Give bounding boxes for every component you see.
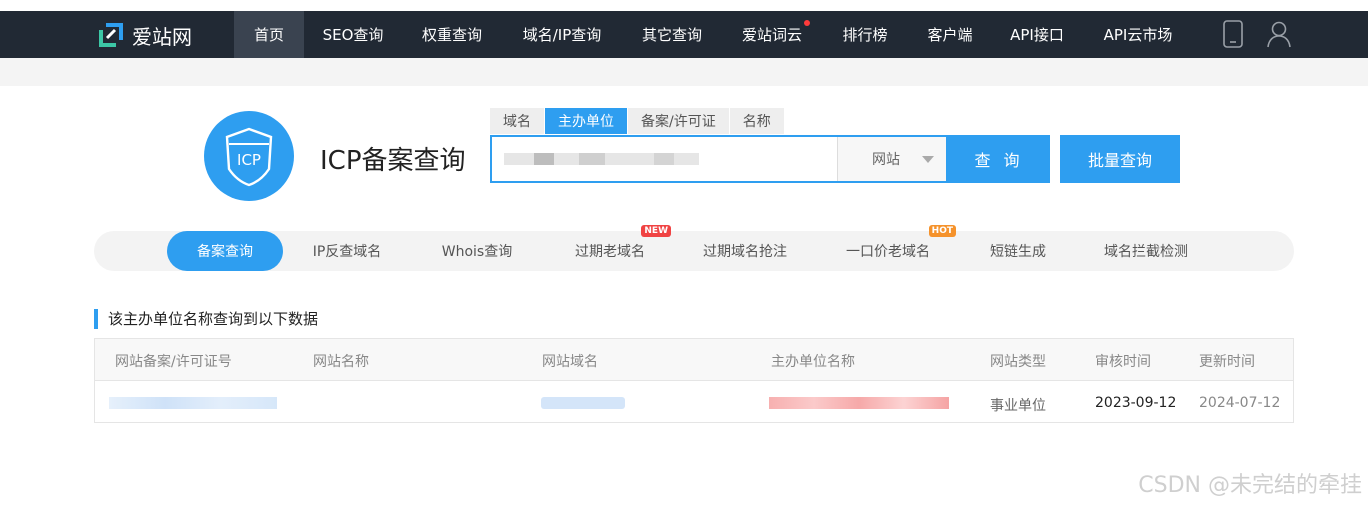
blurred-query-text	[504, 151, 699, 167]
column-header: 网站名称	[313, 354, 369, 370]
subnav-fixed-price[interactable]: 一口价老域名 HOT	[838, 225, 956, 271]
top-navbar: 爱站网 首页 SEO查询 权重查询 域名/IP查询 其它查询 爱站词云 排行榜 …	[0, 0, 1368, 58]
subnav-short-link[interactable]: 短链生成	[974, 231, 1062, 271]
new-dot-badge	[804, 20, 810, 26]
subnav-label: IP反查域名	[312, 244, 382, 260]
nav-label: API云市场	[1103, 26, 1173, 44]
user-icon[interactable]	[1266, 20, 1292, 52]
page-title: ICP备案查询	[320, 146, 466, 176]
subnav-label: 过期域名抢注	[703, 244, 787, 260]
nav-label-text: 爱站词云	[741, 26, 802, 44]
query-button[interactable]: 查 询	[948, 135, 1050, 183]
blurred-license-number[interactable]	[109, 397, 277, 409]
nav-label: 排行榜	[842, 26, 888, 44]
nav-item-home[interactable]: 首页	[234, 11, 304, 58]
nav-label: API接口	[1010, 26, 1064, 44]
subnav-label: 备案查询	[197, 244, 253, 260]
svg-text:ICP: ICP	[237, 151, 261, 169]
table-header: 网站备案/许可证号 网站名称 网站域名 主办单位名称 网站类型 审核时间 更新时…	[95, 339, 1293, 381]
nav-label: 首页	[253, 26, 284, 44]
icp-shield-icon: ICP	[204, 111, 294, 201]
nav-label: 爱站词云	[741, 20, 810, 45]
blurred-domain[interactable]	[541, 397, 625, 409]
watermark: CSDN @未完结的牵挂	[1138, 473, 1362, 498]
nav-label: 权重查询	[421, 26, 482, 44]
nav-item-seo[interactable]: SEO查询	[304, 11, 402, 58]
nav-label: 客户端	[927, 26, 973, 44]
subnav-label: Whois查询	[441, 244, 513, 260]
nav-label: 其它查询	[641, 26, 702, 44]
blurred-organizer-name	[769, 397, 949, 409]
site-logo[interactable]: 爱站网	[98, 20, 192, 50]
subnav-label: 域名拦截检测	[1104, 244, 1188, 260]
result-table: 网站备案/许可证号 网站名称 网站域名 主办单位名称 网站类型 审核时间 更新时…	[94, 338, 1294, 423]
audit-date-cell: 2023-09-12	[1095, 395, 1177, 411]
nav-label: 域名/IP查询	[522, 26, 602, 44]
subnav-whois[interactable]: Whois查询	[424, 231, 530, 271]
site-type-cell: 事业单位	[990, 398, 1046, 414]
logo-text: 爱站网	[132, 24, 192, 49]
nav-item-client[interactable]: 客户端	[908, 11, 992, 58]
nav-label: SEO查询	[322, 26, 384, 44]
hot-badge: HOT	[928, 225, 956, 237]
gray-strip	[0, 58, 1368, 86]
tab-name[interactable]: 名称	[729, 108, 784, 134]
chevron-down-icon	[922, 156, 934, 163]
column-header: 更新时间	[1199, 354, 1255, 370]
nav-item-weight[interactable]: 权重查询	[402, 11, 502, 58]
subnav-expired-snap[interactable]: 过期域名抢注	[690, 231, 800, 271]
mobile-icon[interactable]	[1222, 20, 1244, 52]
main-nav: 首页 SEO查询 权重查询 域名/IP查询 其它查询 爱站词云 排行榜 客户端 …	[234, 11, 1194, 58]
tab-license[interactable]: 备案/许可证	[628, 108, 729, 134]
result-title: 该主办单位名称查询到以下数据	[94, 309, 318, 329]
column-header: 网站域名	[542, 354, 598, 370]
batch-query-button[interactable]: 批量查询	[1060, 135, 1180, 183]
subnav-label-text: 一口价老域名	[846, 244, 930, 260]
tool-subnav: 备案查询 IP反查域名 Whois查询 过期老域名 NEW 过期域名抢注 一口价老…	[94, 225, 1294, 271]
search-input[interactable]: 网站	[490, 135, 948, 183]
subnav-block-check[interactable]: 域名拦截检测	[1094, 231, 1198, 271]
search-type-tabs: 域名 主办单位 备案/许可证 名称	[490, 108, 785, 134]
subnav-label: 一口价老域名 HOT	[846, 225, 956, 261]
new-badge: NEW	[641, 225, 671, 237]
nav-icons	[1222, 20, 1292, 52]
column-header: 网站备案/许可证号	[115, 354, 232, 370]
nav-item-api[interactable]: API接口	[992, 11, 1082, 58]
subnav-label: 过期老域名 NEW	[575, 225, 671, 261]
top-white-line	[0, 0, 1368, 11]
subnav-label-text: 过期老域名	[575, 244, 645, 260]
select-value: 网站	[872, 152, 900, 168]
update-date-cell: 2024-07-12	[1199, 395, 1281, 411]
nav-item-ranking[interactable]: 排行榜	[822, 11, 908, 58]
column-header: 主办单位名称	[771, 354, 855, 370]
nav-item-other[interactable]: 其它查询	[622, 11, 722, 58]
nav-item-wordcloud[interactable]: 爱站词云	[722, 11, 822, 58]
site-type-select[interactable]: 网站	[837, 137, 946, 181]
tab-domain[interactable]: 域名	[490, 108, 544, 134]
nav-item-domain-ip[interactable]: 域名/IP查询	[502, 11, 622, 58]
subnav-expired-domains[interactable]: 过期老域名 NEW	[560, 225, 671, 271]
subnav-icp[interactable]: 备案查询	[167, 231, 283, 271]
subnav-ip-reverse[interactable]: IP反查域名	[294, 231, 400, 271]
column-header: 审核时间	[1095, 354, 1151, 370]
logo-icon	[98, 22, 124, 48]
nav-item-api-market[interactable]: API云市场	[1082, 11, 1194, 58]
subnav-label: 短链生成	[990, 244, 1046, 260]
tab-organizer[interactable]: 主办单位	[545, 108, 627, 134]
column-header: 网站类型	[990, 354, 1046, 370]
